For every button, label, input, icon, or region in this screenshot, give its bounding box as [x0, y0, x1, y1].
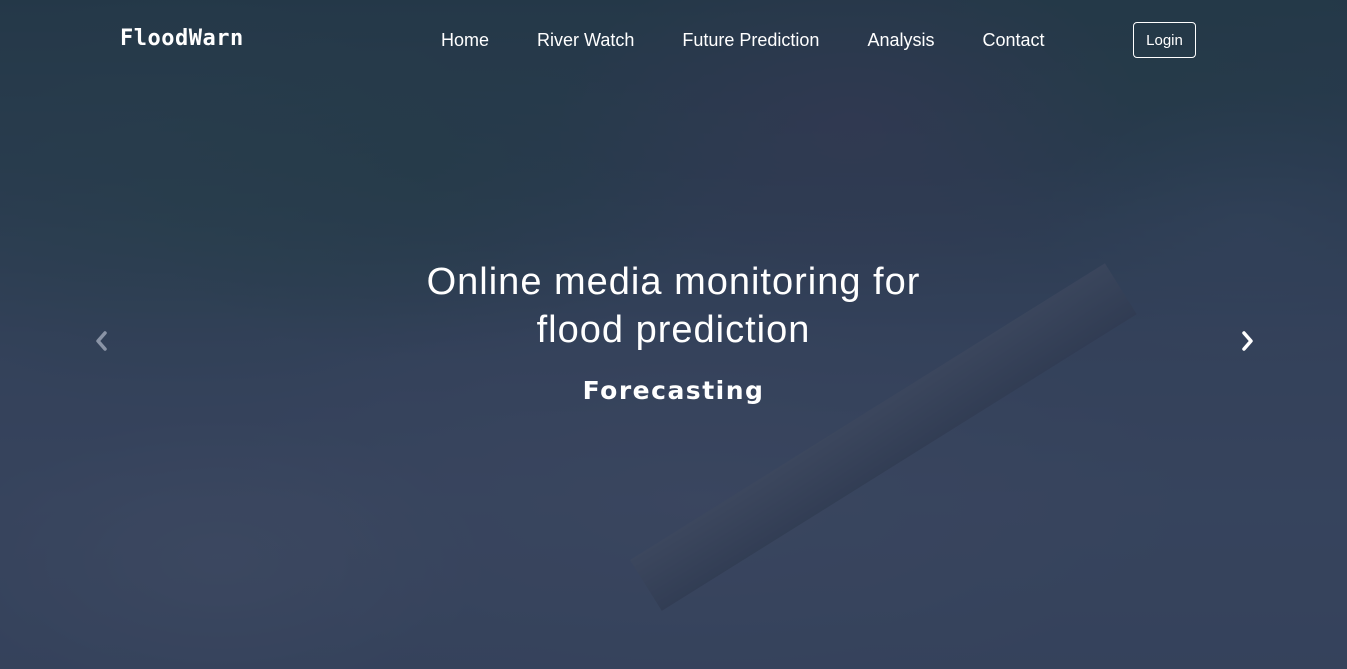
nav-link-river-watch[interactable]: River Watch	[537, 30, 634, 51]
hero-headline: Online media monitoring for flood predic…	[426, 261, 921, 351]
login-button[interactable]: Login	[1133, 22, 1196, 58]
hero-carousel: FloodWarn Home River Watch Future Predic…	[0, 0, 1347, 669]
nav-links: Home River Watch Future Prediction Analy…	[441, 30, 1093, 51]
hero-subheading: Forecasting	[582, 376, 765, 405]
nav-link-analysis[interactable]: Analysis	[867, 30, 934, 51]
hero-caption: Online media monitoring for flood predic…	[0, 258, 1347, 405]
nav-link-contact[interactable]: Contact	[982, 30, 1044, 51]
brand-logo[interactable]: FloodWarn	[120, 26, 244, 51]
nav-link-home[interactable]: Home	[441, 30, 489, 51]
navbar: FloodWarn Home River Watch Future Predic…	[0, 0, 1347, 82]
nav-link-future-prediction[interactable]: Future Prediction	[682, 30, 819, 51]
